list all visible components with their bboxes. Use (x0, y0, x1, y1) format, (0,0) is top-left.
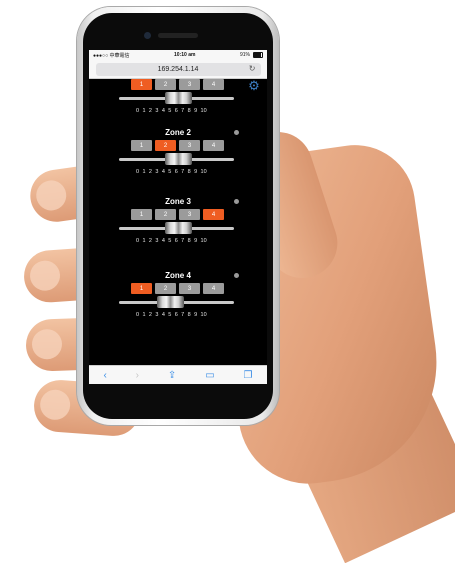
zone-controls: ⚙ 1 2 3 4 0 1 2 3 4 5 6 7 8 9 10 Zone 2 1 2 3 4 0 1 2 3 4 5 6 7 8 9 10… (89, 79, 267, 355)
slider-scale: 0 1 2 3 4 5 6 7 8 9 10 (136, 108, 207, 114)
smartphone: ●●●○○ 中華電信 10:10 am 91% 169.254.1.14 ↻ ⚙… (77, 7, 279, 425)
scale-tick-label: 1 (142, 238, 146, 244)
scale-tick-label: 9 (194, 108, 198, 114)
scale-tick-label: 0 (136, 238, 140, 244)
scale-tick-label: 4 (161, 238, 165, 244)
scale-tick-label: 5 (168, 312, 172, 318)
url-field[interactable]: 169.254.1.14 ↻ (95, 62, 261, 76)
zone-title: Zone 2 (165, 128, 191, 137)
scale-tick-label: 7 (181, 169, 185, 175)
scale-tick-label: 9 (194, 238, 198, 244)
chevron-right-icon[interactable]: › (136, 370, 139, 381)
scale-tick-label: 10 (200, 238, 207, 244)
scale-tick-label: 2 (148, 312, 152, 318)
source-buttons: 1234 (131, 209, 224, 220)
scale-tick-label: 9 (194, 169, 198, 175)
source-button-2[interactable]: 2 (155, 283, 176, 294)
source-button-2[interactable]: 2 (155, 140, 176, 151)
scale-tick-label: 8 (187, 312, 191, 318)
source-button-1[interactable]: 1 (131, 283, 152, 294)
zone-title: Zone 4 (165, 271, 191, 280)
scale-tick-label: 9 (194, 312, 198, 318)
volume-slider-thumb[interactable] (156, 296, 184, 308)
scale-tick-label: 8 (187, 238, 191, 244)
source-button-4[interactable]: 4 (203, 209, 224, 220)
scale-tick-label: 10 (200, 169, 207, 175)
gear-icon[interactable]: ⚙ (247, 79, 261, 93)
battery-percent: 91% (239, 52, 250, 58)
scale-tick-label: 3 (155, 312, 159, 318)
scale-tick-label: 5 (168, 169, 172, 175)
status-bar: ●●●○○ 中華電信 10:10 am 91% (89, 50, 267, 60)
volume-slider-thumb[interactable] (165, 92, 192, 104)
source-button-2[interactable]: 2 (155, 79, 176, 90)
url-text: 169.254.1.14 (157, 65, 199, 73)
scale-tick-label: 2 (148, 238, 152, 244)
scale-tick-label: 5 (168, 108, 172, 114)
clock: 10:10 am (174, 52, 196, 58)
source-button-4[interactable]: 4 (203, 140, 224, 151)
tabs-icon[interactable]: ❐ (244, 370, 253, 381)
scale-tick-label: 1 (142, 108, 146, 114)
scale-tick-label: 7 (181, 238, 185, 244)
source-button-1[interactable]: 1 (131, 140, 152, 151)
browser-toolbar: ‹ › ⇪ ▭ ❐ (89, 365, 267, 384)
scale-tick-label: 1 (142, 169, 146, 175)
source-button-3[interactable]: 3 (179, 140, 200, 151)
scale-tick-label: 1 (142, 312, 146, 318)
source-button-1[interactable]: 1 (131, 79, 152, 90)
scale-tick-label: 4 (161, 108, 165, 114)
scale-tick-label: 5 (168, 238, 172, 244)
source-button-4[interactable]: 4 (203, 79, 224, 90)
earpiece (158, 33, 198, 38)
volume-slider-thumb[interactable] (165, 153, 192, 165)
scale-tick-label: 7 (181, 312, 185, 318)
scale-tick-label: 0 (136, 108, 140, 114)
source-button-3[interactable]: 3 (179, 283, 200, 294)
battery-icon (252, 52, 263, 58)
status-indicator (234, 130, 239, 135)
scale-tick-label: 6 (174, 169, 178, 175)
slider-scale: 0 1 2 3 4 5 6 7 8 9 10 (136, 169, 207, 175)
scale-tick-label: 6 (174, 312, 178, 318)
carrier-label: ●●●○○ 中華電信 (93, 52, 130, 59)
scale-tick-label: 8 (187, 169, 191, 175)
front-camera (144, 32, 151, 39)
reload-icon[interactable]: ↻ (249, 64, 256, 73)
scale-tick-label: 4 (161, 169, 165, 175)
scale-tick-label: 2 (148, 169, 152, 175)
scale-tick-label: 0 (136, 169, 140, 175)
source-buttons: 1234 (131, 283, 224, 294)
scale-tick-label: 3 (155, 169, 159, 175)
book-icon[interactable]: ▭ (205, 370, 214, 381)
scale-tick-label: 3 (155, 238, 159, 244)
source-buttons: 1234 (131, 79, 224, 90)
status-indicator (234, 273, 239, 278)
browser-url-bar: 169.254.1.14 ↻ (89, 60, 267, 79)
source-button-1[interactable]: 1 (131, 209, 152, 220)
source-button-4[interactable]: 4 (203, 283, 224, 294)
source-button-3[interactable]: 3 (179, 79, 200, 90)
zone-title: Zone 3 (165, 197, 191, 206)
share-icon[interactable]: ⇪ (168, 370, 176, 381)
scale-tick-label: 2 (148, 108, 152, 114)
scale-tick-label: 7 (181, 108, 185, 114)
scale-tick-label: 4 (161, 312, 165, 318)
scale-tick-label: 6 (174, 108, 178, 114)
scale-tick-label: 6 (174, 238, 178, 244)
source-button-3[interactable]: 3 (179, 209, 200, 220)
scale-tick-label: 0 (136, 312, 140, 318)
scale-tick-label: 3 (155, 108, 159, 114)
phone-screen: ●●●○○ 中華電信 10:10 am 91% 169.254.1.14 ↻ ⚙… (89, 50, 267, 384)
scale-tick-label: 8 (187, 108, 191, 114)
source-buttons: 1234 (131, 140, 224, 151)
source-button-2[interactable]: 2 (155, 209, 176, 220)
slider-scale: 0 1 2 3 4 5 6 7 8 9 10 (136, 312, 207, 318)
slider-scale: 0 1 2 3 4 5 6 7 8 9 10 (136, 238, 207, 244)
volume-slider-thumb[interactable] (165, 222, 192, 234)
chevron-left-icon[interactable]: ‹ (103, 370, 106, 381)
scale-tick-label: 10 (200, 312, 207, 318)
scale-tick-label: 10 (200, 108, 207, 114)
status-indicator (234, 199, 239, 204)
